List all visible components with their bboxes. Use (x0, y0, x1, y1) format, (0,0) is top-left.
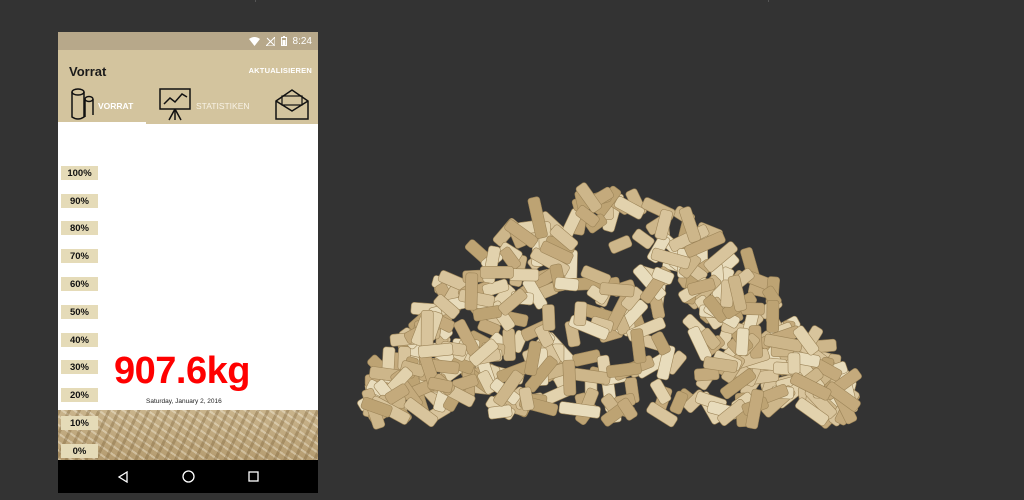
scale-label-80: 80% (61, 221, 98, 235)
stock-weight: 907.6kg (114, 350, 250, 392)
scale-label-30: 30% (61, 360, 98, 374)
navigation-bar (58, 460, 318, 493)
tab-vorrat-label: VORRAT (98, 101, 134, 111)
no-signal-icon (265, 36, 275, 46)
scale-label-40: 40% (61, 333, 98, 347)
scale-label-10: 10% (61, 416, 98, 430)
tab-statistiken-label: STATISTIKEN (196, 101, 250, 111)
wood-pellets-image (357, 182, 862, 430)
page-title: Vorrat (69, 64, 107, 79)
scale-label-0: 0% (61, 444, 98, 458)
scale-label-100: 100% (61, 166, 98, 180)
refresh-button[interactable]: AKTUALISIEREN (249, 66, 312, 75)
scale-label-20: 20% (61, 388, 98, 402)
back-icon[interactable] (117, 470, 129, 483)
clock-time: 8:24 (292, 35, 312, 47)
mail-icon (274, 87, 310, 126)
tab-statistiken[interactable]: STATISTIKEN (158, 87, 250, 126)
tab-messages[interactable] (274, 88, 310, 124)
status-bar: 8:24 (58, 32, 318, 50)
app-bar: Vorrat AKTUALISIEREN VORRAT STATISTIKEN (58, 50, 318, 124)
tab-vorrat[interactable]: VORRAT (70, 87, 134, 126)
scale-label-70: 70% (61, 249, 98, 263)
battery-icon (280, 36, 287, 46)
stock-date: Saturday, January 2, 2016 (146, 398, 222, 405)
stock-panel: 100% 90% 80% 70% 60% 50% 40% 30% 20% 10%… (58, 124, 318, 460)
log-icon (70, 87, 96, 126)
scale-label-90: 90% (61, 194, 98, 208)
scale-label-60: 60% (61, 277, 98, 291)
wifi-icon (248, 36, 260, 46)
phone-screen: 8:24 Vorrat AKTUALISIEREN VORRAT STATIST… (58, 32, 318, 493)
frame-divider-mark (255, 0, 256, 2)
frame-divider-mark (768, 0, 769, 2)
scale-label-50: 50% (61, 305, 98, 319)
recents-icon[interactable] (248, 471, 259, 482)
chart-easel-icon (158, 87, 194, 126)
home-icon[interactable] (182, 470, 195, 483)
